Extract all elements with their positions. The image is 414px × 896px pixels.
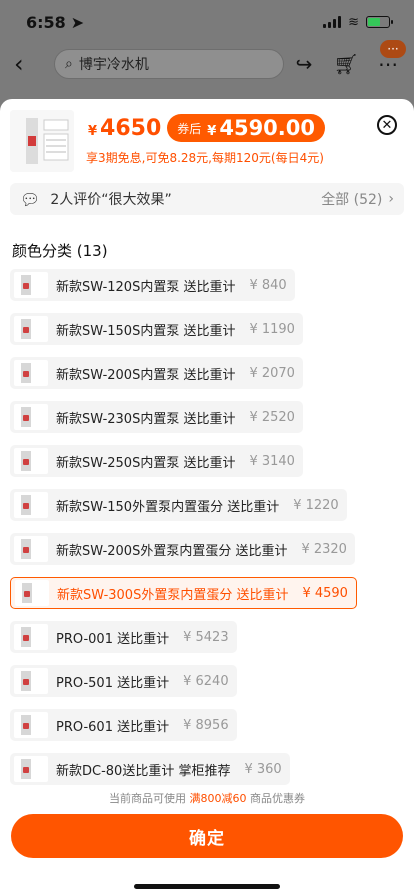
option-label: 新款SW-200S内置泵 送比重计 [56,367,236,383]
close-icon: ✕ [381,117,393,133]
option-label: 新款SW-150外置泵内置蛋分 送比重计 [56,499,280,515]
option-price: ¥ 2320 [301,541,347,557]
product-image-icon [10,110,74,172]
option-label: PRO-601 送比重计 [56,719,170,735]
price-currency: ¥ [88,123,98,139]
option-item[interactable]: 新款SW-120S内置泵 送比重计 ¥ 840 [10,269,295,301]
coupon-price-value: 4590.00 [219,116,315,140]
option-item[interactable]: 新款SW-200S外置泵内置蛋分 送比重计 ¥ 2320 [10,533,355,565]
option-thumbnail [14,272,48,298]
option-item[interactable]: PRO-501 送比重计 ¥ 6240 [10,665,237,697]
promo-suffix: 商品优惠券 [250,792,305,805]
option-thumbnail [14,448,48,474]
option-label: 新款SW-200S外置泵内置蛋分 送比重计 [56,543,288,559]
product-thumbnail[interactable] [10,110,74,172]
option-price: ¥ 2520 [249,409,295,425]
option-price: ¥ 1220 [293,497,339,513]
option-item[interactable]: 新款DC-80送比重计 掌柜推荐 ¥ 360 [10,753,290,785]
battery-icon [366,16,393,28]
confirm-button[interactable]: 确定 [11,814,403,858]
home-indicator [134,884,280,889]
options-title: 颜色分类 (13) [12,242,108,260]
option-item[interactable]: 新款SW-250S内置泵 送比重计 ¥ 3140 [10,445,303,477]
option-price: ¥ 2070 [249,365,295,381]
option-price: ¥ 840 [249,277,287,293]
status-time: 6:58 ➤ [26,13,84,32]
option-price: ¥ 5423 [183,629,229,645]
option-item[interactable]: 新款SW-230S内置泵 送比重计 ¥ 2520 [10,401,303,433]
search-icon: ⌕ [65,56,73,72]
option-label: PRO-501 送比重计 [56,675,170,691]
option-item[interactable]: PRO-001 送比重计 ¥ 5423 [10,621,237,653]
coupon-price: ¥4590.00 [207,116,315,140]
cart-icon[interactable]: 🛒︎ [333,52,358,76]
option-price: ¥ 8956 [183,717,229,733]
review-all-link[interactable]: 全部 (52) › [321,189,394,209]
option-item[interactable]: 新款SW-150S内置泵 送比重计 ¥ 1190 [10,313,303,345]
status-bar: 6:58 ➤ ≋ [0,0,414,44]
option-price: ¥ 4590 [302,585,348,601]
signal-icon [323,16,342,28]
search-input[interactable]: ⌕ 博宇冷水机 [54,49,284,79]
coupon-label: 券后 [177,121,202,136]
price-row: ¥4650 券后 ¥4590.00 [88,114,325,142]
option-label: 新款SW-250S内置泵 送比重计 [56,455,236,471]
option-label: 新款DC-80送比重计 掌柜推荐 [56,763,231,779]
option-item[interactable]: 新款SW-150外置泵内置蛋分 送比重计 ¥ 1220 [10,489,347,521]
coupon-currency: ¥ [207,124,217,139]
option-label: 新款SW-150S内置泵 送比重计 [56,323,236,339]
option-price: ¥ 1190 [249,321,295,337]
option-thumbnail [14,360,48,386]
option-thumbnail [14,756,48,782]
option-price: ¥ 3140 [249,453,295,469]
option-thumbnail [15,580,49,606]
option-price: ¥ 6240 [183,673,229,689]
wifi-icon: ≋ [348,14,359,30]
installment-text: 享3期免息,可免8.28元,每期120元(每日4元) [86,151,324,165]
share-icon[interactable]: ↪ [292,52,316,76]
coupon-price-badge: 券后 ¥4590.00 [167,114,325,142]
location-arrow-icon: ➤ [70,12,85,32]
option-thumbnail [14,316,48,342]
chevron-right-icon: › [388,191,394,207]
review-all-label: 全部 (52) [321,192,383,208]
option-item[interactable]: 新款SW-200S内置泵 送比重计 ¥ 2070 [10,357,303,389]
sku-selector-sheet: ¥4650 券后 ¥4590.00 享3期免息,可免8.28元,每期120元(每… [0,99,414,896]
option-label: PRO-001 送比重计 [56,631,170,647]
option-price: ¥ 360 [244,761,282,777]
option-thumbnail [14,624,48,650]
promo-prefix: 当前商品可使用 [109,792,186,805]
search-placeholder: 博宇冷水机 [78,57,149,73]
option-item[interactable]: PRO-601 送比重计 ¥ 8956 [10,709,237,741]
option-thumbnail [14,712,48,738]
status-icons: ≋ [323,14,393,30]
option-thumbnail [14,492,48,518]
option-label: 新款SW-120S内置泵 送比重计 [56,279,236,295]
close-button[interactable]: ✕ [377,115,397,135]
option-item[interactable]: 新款SW-300S外置泵内置蛋分 送比重计 ¥ 4590 [10,577,357,609]
top-nav: ‹ ⌕ 博宇冷水机 ↪ 🛒︎ ⋯ [0,44,414,84]
status-time-text: 6:58 [26,12,66,32]
promo-highlight: 满800减60 [189,792,247,805]
option-thumbnail [14,536,48,562]
comment-icon: 💬︎ [20,189,41,209]
option-thumbnail [14,404,48,430]
back-icon[interactable]: ‹ [14,50,42,78]
option-label: 新款SW-230S内置泵 送比重计 [56,411,236,427]
review-summary[interactable]: 💬︎ 2人评价“很大效果” 全部 (52) › [10,183,404,215]
option-label: 新款SW-300S外置泵内置蛋分 送比重计 [57,587,289,603]
option-thumbnail [14,668,48,694]
price: ¥4650 [88,116,161,141]
review-text: 2人评价“很大效果” [50,192,172,208]
promo-line: 当前商品可使用 满800减60 商品优惠券 [0,790,414,806]
more-badge: ··· [380,40,406,58]
price-value: 4650 [100,115,162,141]
